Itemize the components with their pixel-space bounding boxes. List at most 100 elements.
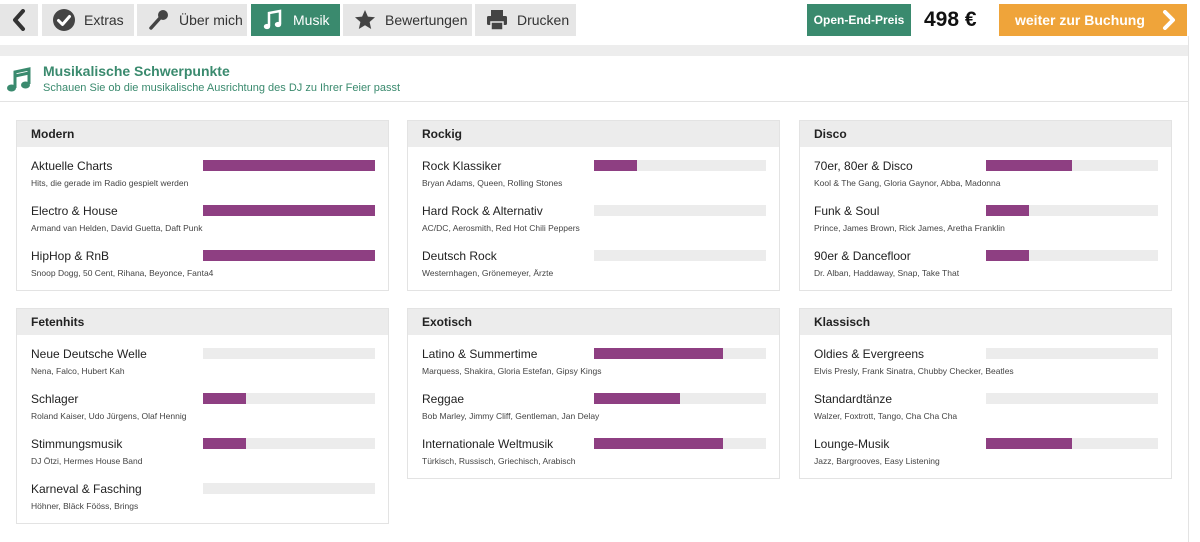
genre-item: Lounge-Musik Jazz, Bargrooves, Easy Liste… xyxy=(800,425,1171,470)
continue-booking-button[interactable]: weiter zur Buchung xyxy=(999,4,1187,36)
open-end-price-badge: Open-End-Preis xyxy=(807,4,911,36)
genre-examples: Snoop Dogg, 50 Cent, Rihana, Beyonce, Fa… xyxy=(31,268,214,278)
card-padding xyxy=(408,282,779,290)
category-title: Klassisch xyxy=(800,309,1171,335)
genre-name: Latino & Summertime xyxy=(422,347,538,361)
genre-item: 70er, 80er & Disco Kool & The Gang, Glori… xyxy=(800,147,1171,192)
genre-examples: Prince, James Brown, Rick James, Aretha … xyxy=(814,223,1005,233)
category-card: Exotisch Latino & Summertime Marquess, Sha… xyxy=(407,308,780,479)
genre-item: Stimmungsmusik DJ Ötzi, Hermes House Band xyxy=(17,425,388,470)
toolbar-divider xyxy=(0,45,1188,56)
genre-examples: Walzer, Foxtrott, Tango, Cha Cha Cha xyxy=(814,411,958,421)
tab-extras[interactable]: Extras xyxy=(42,4,134,36)
genre-name: Aktuelle Charts xyxy=(31,159,113,173)
genre-level-fill xyxy=(986,438,1072,449)
genre-name: Lounge-Musik xyxy=(814,437,890,451)
genre-examples: Bryan Adams, Queen, Rolling Stones xyxy=(422,178,563,188)
genre-level-bar xyxy=(986,348,1158,359)
genre-item: Standardtänze Walzer, Foxtrott, Tango, Ch… xyxy=(800,380,1171,425)
genre-level-bar xyxy=(594,348,766,359)
tab-musik[interactable]: Musik xyxy=(251,4,340,36)
genre-examples: Kool & The Gang, Gloria Gaynor, Abba, Ma… xyxy=(814,178,1001,188)
tab-label: Über mich xyxy=(179,12,243,28)
genre-level-fill xyxy=(594,393,680,404)
genre-item: Electro & House Armand van Helden, David … xyxy=(17,192,388,237)
genre-level-bar xyxy=(203,483,375,494)
genre-item: Neue Deutsche Welle Nena, Falco, Hubert K… xyxy=(17,335,388,380)
genre-level-bar xyxy=(986,250,1158,261)
category-title: Fetenhits xyxy=(17,309,388,335)
section-header: Musikalische Schwerpunkte Schauen Sie ob… xyxy=(0,56,1188,102)
genre-name: Rock Klassiker xyxy=(422,159,502,173)
genre-level-fill xyxy=(203,438,246,449)
genre-examples: Höhner, Bläck Fööss, Brings xyxy=(31,501,139,511)
scrollbar-track[interactable] xyxy=(1188,36,1200,542)
genre-name: Deutsch Rock xyxy=(422,249,497,263)
top-toolbar: Extras Über mich Musik Bewertungen Druck… xyxy=(0,0,1200,45)
genre-examples: Türkisch, Russisch, Griechisch, Arabisch xyxy=(422,456,576,466)
genre-name: 70er, 80er & Disco xyxy=(814,159,913,173)
genre-level-fill xyxy=(203,205,375,216)
genre-item: Hard Rock & Alternativ AC/DC, Aerosmith, … xyxy=(408,192,779,237)
genre-name: Oldies & Evergreens xyxy=(814,347,925,361)
section-title: Musikalische Schwerpunkte xyxy=(43,63,230,79)
tab-drucken[interactable]: Drucken xyxy=(475,4,576,36)
genre-level-fill xyxy=(203,160,375,171)
tab-ueber-mich[interactable]: Über mich xyxy=(137,4,247,36)
genre-item: 90er & Dancefloor Dr. Alban, Haddaway, Sn… xyxy=(800,237,1171,282)
genre-examples: Nena, Falco, Hubert Kah xyxy=(31,366,125,376)
category-title: Modern xyxy=(17,121,388,147)
genre-name: Schlager xyxy=(31,392,79,406)
genre-examples: Armand van Helden, David Guetta, Daft Pu… xyxy=(31,223,203,233)
price: 498 € xyxy=(924,8,977,31)
genre-name: Karneval & Fasching xyxy=(31,482,142,496)
genre-item: Funk & Soul Prince, James Brown, Rick Jam… xyxy=(800,192,1171,237)
category-card: Rockig Rock Klassiker Bryan Adams, Queen, … xyxy=(407,120,780,291)
card-padding xyxy=(408,470,779,478)
genre-level-bar xyxy=(986,393,1158,404)
genre-name: Funk & Soul xyxy=(814,204,880,218)
music-note-icon xyxy=(7,67,31,92)
category-card: Modern Aktuelle Charts Hits, die gerade im… xyxy=(16,120,389,291)
genre-level-fill xyxy=(594,160,637,171)
category-card: Disco 70er, 80er & Disco Kool & The Gang, … xyxy=(799,120,1172,291)
genre-examples: Bob Marley, Jimmy Cliff, Gentleman, Jan … xyxy=(422,411,600,421)
genre-examples: DJ Ötzi, Hermes House Band xyxy=(31,456,143,466)
tab-bewertungen[interactable]: Bewertungen xyxy=(343,4,472,36)
genre-name: Reggae xyxy=(422,392,465,406)
category-card: Klassisch Oldies & Evergreens Elvis Presly… xyxy=(799,308,1172,479)
genre-name: Standardtänze xyxy=(814,392,893,406)
genre-item: Schlager Roland Kaiser, Udo Jürgens, Olaf… xyxy=(17,380,388,425)
genre-level-fill xyxy=(203,250,375,261)
genre-level-fill xyxy=(986,205,1029,216)
genre-level-fill xyxy=(986,250,1029,261)
genre-level-bar xyxy=(203,438,375,449)
back-button[interactable] xyxy=(0,4,38,36)
music-note-icon xyxy=(261,8,285,32)
checkmark-badge-icon xyxy=(52,8,76,32)
tab-label: Musik xyxy=(293,12,330,28)
chevron-left-icon xyxy=(13,9,25,31)
genre-name: Neue Deutsche Welle xyxy=(31,347,147,361)
card-padding xyxy=(17,282,388,290)
genre-examples: AC/DC, Aerosmith, Red Hot Chili Peppers xyxy=(422,223,580,233)
genre-level-bar xyxy=(986,205,1158,216)
category-title: Exotisch xyxy=(408,309,779,335)
genre-name: Electro & House xyxy=(31,204,118,218)
printer-icon xyxy=(485,8,509,32)
genre-item: Reggae Bob Marley, Jimmy Cliff, Gentleman… xyxy=(408,380,779,425)
genre-name: 90er & Dancefloor xyxy=(814,249,911,263)
genre-name: HipHop & RnB xyxy=(31,249,110,263)
booking-label: weiter zur Buchung xyxy=(1015,12,1145,28)
tab-label: Drucken xyxy=(517,12,570,28)
card-padding xyxy=(17,515,388,523)
genre-level-fill xyxy=(594,438,723,449)
genre-name: Internationale Weltmusik xyxy=(422,437,554,451)
genre-level-bar xyxy=(203,393,375,404)
genre-level-bar xyxy=(986,438,1158,449)
genre-item: Oldies & Evergreens Elvis Presly, Frank S… xyxy=(800,335,1171,380)
genre-item: Latino & Summertime Marquess, Shakira, Gl… xyxy=(408,335,779,380)
card-padding xyxy=(800,470,1171,478)
genre-level-bar xyxy=(203,250,375,261)
chevron-right-icon xyxy=(1163,10,1175,30)
